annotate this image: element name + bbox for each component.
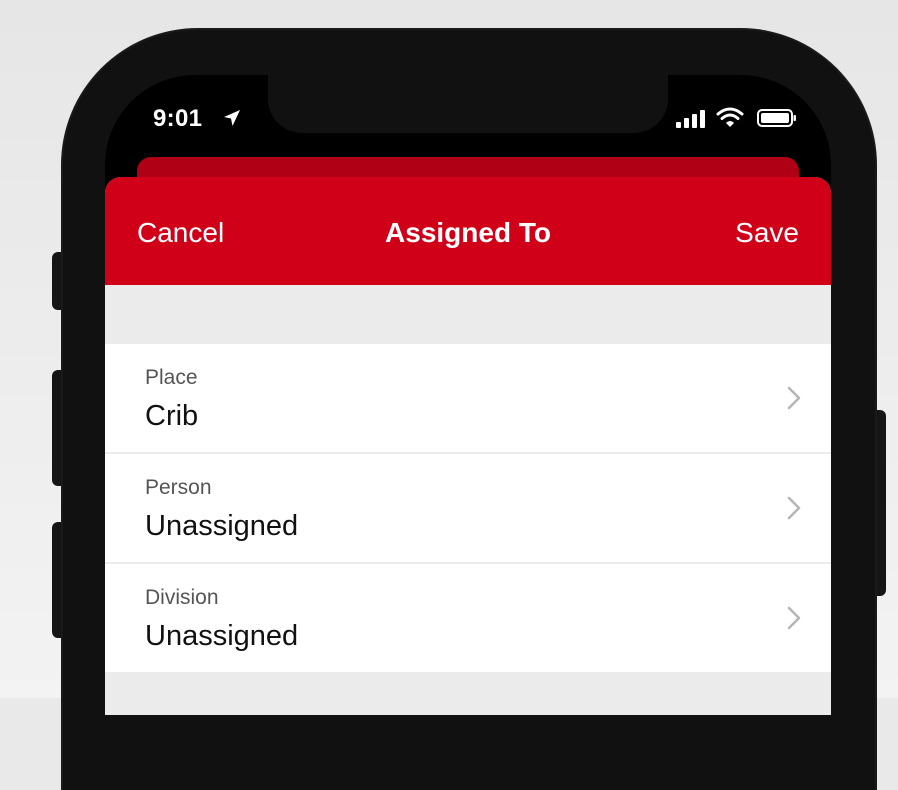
cellular-signal-icon [676, 110, 705, 128]
chevron-right-icon [787, 606, 801, 630]
chevron-right-icon [787, 496, 801, 520]
row-value: Unassigned [145, 510, 299, 542]
navigation-bar: Cancel Assigned To Save [105, 177, 831, 285]
chevron-right-icon [787, 386, 801, 410]
save-button[interactable]: Save [735, 217, 799, 249]
location-arrow-icon [224, 110, 240, 126]
list-item-division[interactable]: Division Unassigned [105, 564, 831, 674]
list-item-person[interactable]: Person Unassigned [105, 454, 831, 564]
assigned-to-sheet: Cancel Assigned To Save Place Crib Perso… [105, 177, 831, 715]
battery-icon [757, 109, 796, 127]
row-label: Place [145, 366, 198, 389]
wifi-icon [716, 107, 744, 127]
notch [268, 75, 668, 133]
row-label: Division [145, 586, 219, 609]
list-item-place[interactable]: Place Crib [105, 344, 831, 454]
phone-screen: 9:01 Cancel Assigned To Save Place Crib [105, 75, 831, 715]
cancel-button[interactable]: Cancel [137, 217, 224, 249]
status-time: 9:01 [153, 105, 203, 132]
row-label: Person [145, 476, 212, 499]
row-value: Crib [145, 400, 199, 432]
assignment-list: Place Crib Person Unassigned Division Un… [105, 344, 831, 674]
row-value: Unassigned [145, 620, 299, 652]
